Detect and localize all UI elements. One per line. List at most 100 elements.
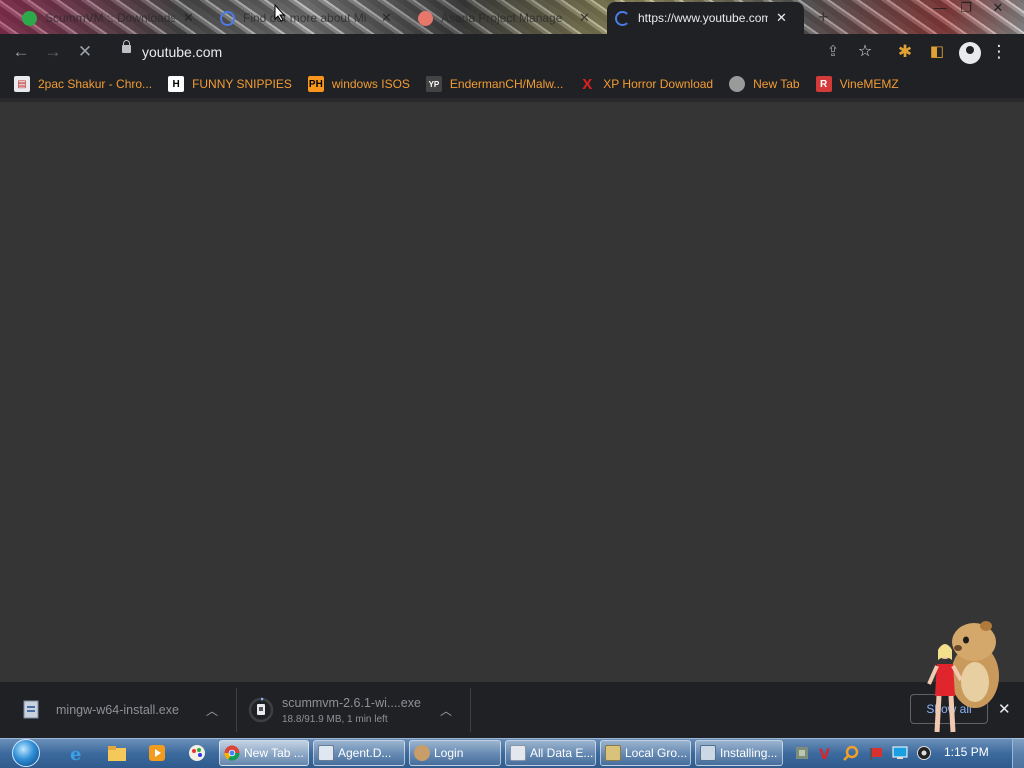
red-x-icon: X — [582, 75, 593, 93]
close-icon[interactable]: ✕ — [579, 10, 590, 26]
tab-youtube[interactable]: https://www.youtube.com ✕ — [607, 2, 804, 34]
show-desktop-button[interactable] — [1012, 738, 1024, 768]
bookmark-vinememz[interactable]: R VineMEMZ — [815, 72, 899, 96]
new-tab-button[interactable]: + — [818, 7, 829, 28]
dancing-figure-icon — [927, 644, 963, 733]
chrome-store-icon: ▤ — [14, 76, 30, 92]
tray-flag-icon[interactable] — [868, 745, 884, 761]
close-icon[interactable]: ✕ — [776, 10, 787, 26]
tray-volume-icon[interactable] — [916, 745, 932, 761]
tab-scummvm[interactable]: ScummVM :: Downloads ✕ — [14, 2, 210, 34]
taskbar-clock[interactable]: 1:15 PM — [944, 745, 989, 759]
restore-icon[interactable]: ❐ — [952, 0, 980, 18]
bookmarks-bar: ▤ 2pac Shakur - Chro... H FUNNY SNIPPIES… — [0, 70, 1024, 98]
page-content-area — [0, 98, 1024, 682]
installer-file-icon — [23, 700, 39, 719]
user-icon — [414, 745, 430, 761]
bookmark-xp-horror[interactable]: X XP Horror Download — [579, 72, 713, 96]
internet-explorer-icon[interactable]: e — [66, 742, 88, 764]
tray-monitor-icon[interactable] — [892, 745, 908, 761]
taskbar-item-label: Login — [434, 746, 464, 760]
loading-spinner-icon — [615, 10, 630, 26]
start-button[interactable] — [8, 738, 46, 768]
bookmark-star-icon[interactable]: ☆ — [854, 42, 876, 64]
tray-network-icon[interactable] — [794, 745, 810, 761]
bookmark-label: windows ISOS — [331, 77, 410, 91]
download-filename: mingw-w64-install.exe — [56, 703, 179, 717]
tray-search-icon[interactable] — [843, 745, 859, 761]
bookmark-label: VineMEMZ — [839, 77, 899, 91]
divider — [236, 688, 237, 732]
taskbar-item-label: New Tab ... — [244, 746, 304, 760]
installer-icon — [700, 745, 716, 761]
stop-loading-icon[interactable]: ✕ — [74, 42, 96, 64]
h-icon: H — [168, 76, 185, 92]
media-player-icon[interactable] — [146, 742, 168, 764]
minimize-icon[interactable]: — — [926, 0, 954, 18]
side-panel-icon[interactable]: ◧ — [926, 42, 948, 64]
download-progress-icon — [248, 697, 274, 723]
paint-icon[interactable] — [186, 742, 208, 764]
profile-avatar-icon[interactable] — [959, 42, 981, 64]
chevron-up-icon[interactable]: ︿ — [440, 702, 452, 719]
url-text[interactable]: youtube.com — [142, 44, 222, 60]
tab-asana[interactable]: Asana Project Manage ✕ — [410, 2, 606, 34]
close-icon[interactable]: ✕ — [183, 10, 194, 26]
bookmark-label: XP Horror Download — [603, 77, 714, 91]
bookmark-label: 2pac Shakur - Chro... — [38, 77, 153, 91]
chrome-icon — [224, 745, 240, 761]
taskbar-item-all-data[interactable]: All Data E... — [505, 740, 596, 766]
menu-kebab-icon[interactable]: ⋮ — [988, 42, 1010, 64]
chevron-up-icon[interactable]: ︿ — [206, 702, 218, 719]
window-close-icon[interactable]: ✕ — [984, 0, 1012, 18]
taskbar-item-login[interactable]: Login — [409, 740, 501, 766]
download-shelf: mingw-w64-install.exe ︿ scummvm-2.6.1-wi… — [0, 682, 1024, 738]
r-icon: R — [815, 76, 832, 92]
globe-icon — [729, 76, 746, 92]
taskbar-item-agent[interactable]: Agent.D... — [313, 740, 405, 766]
address-bar[interactable]: youtube.com — [108, 38, 886, 66]
svg-text:e: e — [70, 744, 81, 764]
window-icon — [318, 745, 334, 761]
tab-title: Asana Project Manage — [441, 11, 563, 25]
tab-title: Find out more about Mi — [243, 11, 367, 25]
svg-text:V: V — [819, 747, 830, 761]
browser-toolbar: ← → ✕ youtube.com ⇪ ☆ ✱ ◧ ⋮ — [0, 34, 1024, 70]
bookmark-windows-isos[interactable]: PH windows ISOS — [307, 72, 410, 96]
back-arrow-icon[interactable]: ← — [10, 42, 32, 64]
close-icon[interactable]: ✕ — [381, 10, 392, 26]
tab-find-out-more[interactable]: Find out more about Mi ✕ — [212, 2, 408, 34]
forward-arrow-icon[interactable]: → — [42, 42, 64, 64]
bookmark-endermanch[interactable]: YP EndermanCH/Malw... — [425, 72, 564, 96]
bookmark-label: EndermanCH/Malw... — [449, 77, 564, 91]
download-item-scummvm[interactable]: scummvm-2.6.1-wi....exe 18.8/91.9 MB, 1 … — [248, 682, 468, 738]
loading-icon — [220, 10, 235, 26]
scummvm-icon — [22, 10, 37, 26]
download-status: 18.8/91.9 MB, 1 min left — [282, 713, 388, 725]
windows-orb-icon — [12, 739, 40, 767]
bookmark-new-tab[interactable]: New Tab — [729, 72, 800, 96]
extensions-puzzle-icon[interactable]: ✱ — [894, 42, 916, 64]
taskbar-item-local-group[interactable]: Local Gro... — [600, 740, 691, 766]
taskbar-item-chrome[interactable]: New Tab ... — [219, 740, 309, 766]
download-filename: scummvm-2.6.1-wi....exe — [282, 695, 421, 710]
tab-title: https://www.youtube.com — [638, 11, 768, 25]
taskbar-item-installing[interactable]: Installing... — [695, 740, 783, 766]
divider — [470, 688, 471, 732]
yp-icon: YP — [425, 76, 442, 92]
taskbar-item-label: Agent.D... — [338, 746, 392, 760]
bookmark-label: FUNNY SNIPPIES — [192, 77, 292, 91]
folder-icon — [510, 745, 526, 761]
lock-icon — [122, 40, 131, 53]
bookmark-funny-snippies[interactable]: H FUNNY SNIPPIES — [168, 72, 292, 96]
tab-title: ScummVM :: Downloads — [45, 11, 175, 25]
taskbar-item-label: Local Gro... — [625, 746, 688, 760]
taskbar-item-label: All Data E... — [530, 746, 594, 760]
share-icon[interactable]: ⇪ — [822, 42, 844, 64]
bookmark-2pac[interactable]: ▤ 2pac Shakur - Chro... — [14, 72, 152, 96]
tray-v-icon[interactable]: V — [817, 745, 833, 761]
tab-strip: ScummVM :: Downloads ✕ Find out more abo… — [0, 0, 1024, 34]
download-item-mingw[interactable]: mingw-w64-install.exe ︿ — [14, 682, 224, 738]
policy-icon — [605, 745, 621, 761]
file-explorer-icon[interactable] — [106, 742, 128, 764]
